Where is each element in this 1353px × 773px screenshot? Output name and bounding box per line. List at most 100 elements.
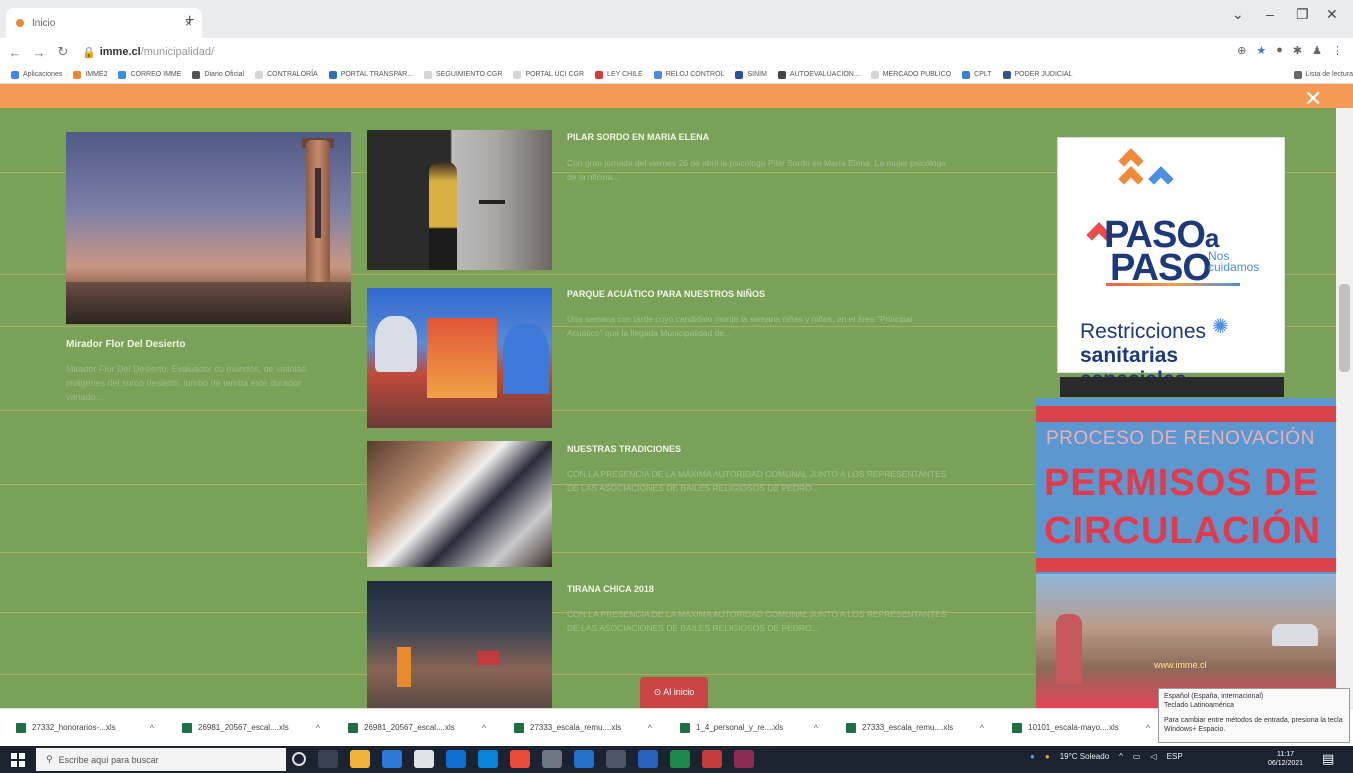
cortana-icon[interactable] <box>292 752 306 766</box>
calculator-icon[interactable] <box>606 750 626 768</box>
puzzle-icon[interactable]: ✱ <box>1293 44 1302 57</box>
chevron-up-icon[interactable]: ^ <box>814 723 818 733</box>
back-to-top-button[interactable]: ⊙ Al inicio <box>640 677 708 708</box>
bookmark-item[interactable]: IMME2 <box>73 70 107 79</box>
bookmark-item[interactable]: SEGUIMIENTO CGR <box>424 70 502 79</box>
bookmark-icon <box>653 70 662 79</box>
network-icon[interactable]: ▭ <box>1133 752 1141 761</box>
download-item[interactable]: 26981_20567_escal....xls ^ <box>182 722 332 733</box>
paso-a-paso-banner[interactable]: PASOa PASO Nos cuidamos Restricciones ✺ … <box>1057 137 1285 391</box>
download-filename: 27333_escala_remu....xls <box>862 723 954 732</box>
zoom-icon[interactable]: ⊕ <box>1237 44 1246 57</box>
new-tab-button[interactable]: + <box>185 12 194 30</box>
file-explorer-icon[interactable] <box>350 750 370 768</box>
bookmark-icon <box>118 70 127 79</box>
bookmark-item[interactable]: PODER JUDICIAL <box>1002 70 1073 79</box>
bookmark-item[interactable]: Lista de lectura <box>1293 70 1353 79</box>
extension-icon[interactable]: ● <box>1276 44 1283 57</box>
bookmark-item[interactable]: PORTAL UCI CGR <box>513 70 584 79</box>
app-icon[interactable] <box>638 750 658 768</box>
permisos-circulacion-banner[interactable]: PROCESO DE RENOVACIÓN PERMISOS DE CIRCUL… <box>1036 398 1336 708</box>
news-title[interactable]: NUESTRAS TRADICIONES <box>567 444 681 454</box>
download-item[interactable]: 27333_escala_remu....xls ^ <box>514 722 664 733</box>
language-indicator[interactable]: ESP <box>1167 752 1183 761</box>
bookmark-item[interactable]: CONTRALORÍA <box>255 70 318 79</box>
excel-icon[interactable] <box>670 750 690 768</box>
chevron-up-icon[interactable]: ^ <box>482 723 486 733</box>
maximize-button[interactable]: ❐ <box>1296 6 1309 23</box>
bookmark-item[interactable]: MERCADO PUBLICO <box>870 70 951 79</box>
bookmark-icon <box>192 70 201 79</box>
bookmark-item[interactable]: PORTAL TRANSPAR... <box>328 70 413 79</box>
tab-search-icon[interactable]: ⌄ <box>1232 6 1244 23</box>
notifications-icon[interactable]: ▤ <box>1322 751 1334 767</box>
bookmark-item[interactable]: RELOJ CONTROL <box>653 70 724 79</box>
chevron-up-icon[interactable]: ^ <box>316 723 320 733</box>
news-image-parque-acuatico[interactable] <box>367 288 552 428</box>
search-icon: ⚲ <box>46 754 53 764</box>
edge-icon[interactable] <box>382 750 402 768</box>
chevron-up-icon[interactable]: ^ <box>648 723 652 733</box>
powerpoint-icon[interactable] <box>702 750 722 768</box>
bookmark-item[interactable]: Aplicaciones <box>11 70 62 79</box>
download-item[interactable]: 10101_escala-mayo....xls ^ <box>1012 722 1162 733</box>
app-icon[interactable] <box>542 750 562 768</box>
tab-title: Inicio <box>32 17 56 29</box>
chevron-up-icon <box>1118 166 1144 192</box>
circulacion-text: CIRCULACIÓN <box>1044 510 1321 552</box>
outlook-icon[interactable] <box>446 750 466 768</box>
chevron-up-icon[interactable]: ^ <box>150 723 154 733</box>
news-image-tradiciones[interactable] <box>367 441 552 567</box>
mail-icon[interactable] <box>414 750 434 768</box>
url-field[interactable]: 🔒 imme.cl /municipalidad/ <box>82 46 214 59</box>
chrome-icon[interactable] <box>510 750 530 768</box>
chevron-up-icon[interactable]: ^ <box>980 723 984 733</box>
scrollbar-thumb[interactable] <box>1339 284 1350 372</box>
bookmark-item[interactable]: CORREO IMME <box>118 70 181 79</box>
download-item[interactable]: 1_4_personal_y_re....xls ^ <box>680 722 830 733</box>
bookmark-item[interactable]: AUTOEVALUACIÓN... <box>777 70 860 79</box>
close-icon[interactable]: ✕ <box>1304 86 1322 112</box>
browser-tab[interactable]: Inicio × <box>6 8 202 38</box>
minimize-button[interactable]: – <box>1266 6 1274 22</box>
news-title[interactable]: TIRANA CHICA 2018 <box>567 584 654 594</box>
feature-title[interactable]: Mirador Flor Del Desierto <box>66 339 185 350</box>
volume-icon[interactable]: ◁ <box>1150 752 1156 761</box>
bookmark-label: PODER JUDICIAL <box>1014 71 1073 78</box>
reload-icon[interactable]: ↻ <box>54 44 72 60</box>
chevron-up-icon <box>1148 166 1174 192</box>
taskbar-search-input[interactable]: ⚲ Escribe aquí para buscar <box>36 748 286 771</box>
profile-icon[interactable]: ♟ <box>1312 44 1322 57</box>
task-view-icon[interactable] <box>318 750 338 768</box>
feature-image[interactable] <box>66 132 351 324</box>
chevron-up-icon[interactable]: ^ <box>1146 723 1150 733</box>
star-icon[interactable]: ★ <box>1256 44 1266 57</box>
site-favicon <box>16 19 24 27</box>
bookmark-item[interactable]: Diario Oficial <box>192 70 244 79</box>
download-item[interactable]: 27333_escala_remu....xls ^ <box>846 722 996 733</box>
chevron-up-icon[interactable]: ^ <box>1119 752 1123 761</box>
news-title[interactable]: PARQUE ACUÁTICO PARA NUESTROS NIÑOS <box>567 289 765 299</box>
phone-icon[interactable] <box>478 750 498 768</box>
bookmark-item[interactable]: SINIM <box>735 70 767 79</box>
news-title[interactable]: PILAR SORDO EN MARIA ELENA <box>567 132 709 142</box>
news-image-tirana-chica[interactable] <box>367 581 552 708</box>
close-window-button[interactable]: ✕ <box>1326 6 1338 23</box>
taskbar-clock[interactable]: 11:17 06/12/2021 <box>1268 750 1303 768</box>
news-image-pilar-sordo[interactable] <box>367 130 552 270</box>
forward-arrow-icon[interactable]: → <box>30 45 48 60</box>
word-icon[interactable] <box>574 750 594 768</box>
download-item[interactable]: 27332_honorarios-...xls ^ <box>16 722 166 733</box>
bookmark-item[interactable]: LEY CHILE <box>595 70 643 79</box>
weather-text[interactable]: 19°C Soleado <box>1060 752 1109 761</box>
lock-icon: 🔒 <box>82 46 96 59</box>
page-viewport: ✕ Mirador Flor Del Desierto Mirador Flor… <box>0 84 1353 708</box>
page-scrollbar[interactable] <box>1336 108 1353 708</box>
app-icon[interactable] <box>734 750 754 768</box>
help-icon[interactable]: ● <box>1030 752 1035 761</box>
back-arrow-icon[interactable]: ← <box>6 45 24 60</box>
menu-icon[interactable]: ⋮ <box>1332 44 1343 57</box>
windows-start-icon[interactable] <box>11 753 25 767</box>
bookmark-item[interactable]: CPLT <box>962 70 992 79</box>
download-item[interactable]: 26981_20567_escal....xls ^ <box>348 722 498 733</box>
